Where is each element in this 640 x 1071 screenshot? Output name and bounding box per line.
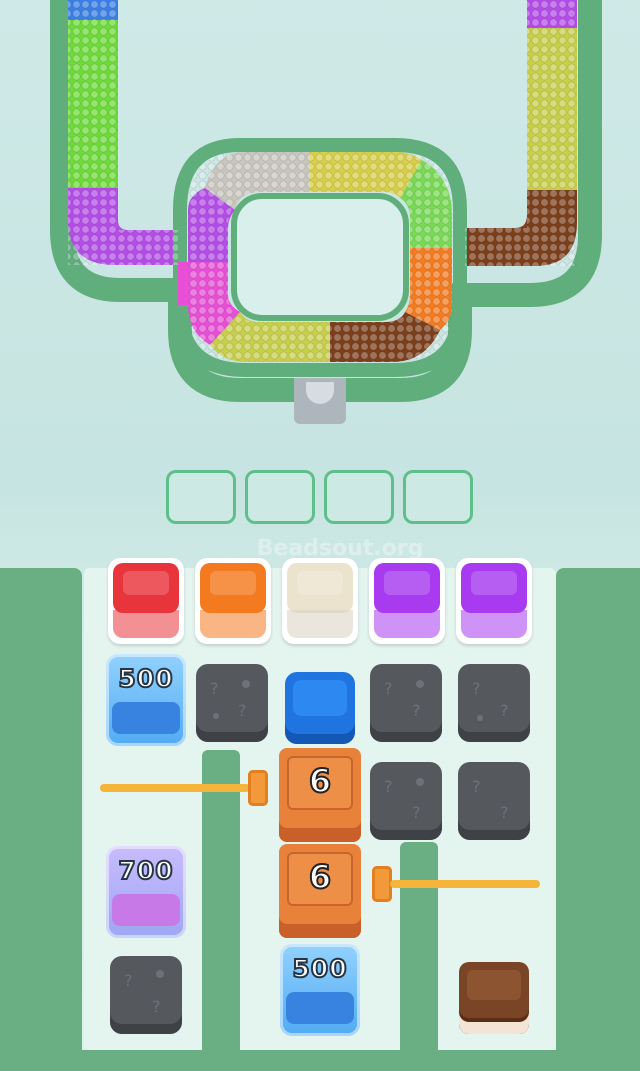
- lane-divider-1: [202, 750, 240, 1060]
- ice-block-counter: 500: [291, 953, 348, 984]
- collection-slot-4: [403, 470, 473, 524]
- collection-slot-2: [245, 470, 315, 524]
- bead-track: [50, 0, 602, 402]
- lock-bar-right: [390, 880, 540, 888]
- ice-block[interactable]: 500: [280, 944, 360, 1036]
- wooden-crate[interactable]: 6: [279, 844, 361, 938]
- wooden-crate[interactable]: 6: [279, 748, 361, 842]
- cup-purple-2[interactable]: [456, 558, 532, 644]
- mystery-stone-block: ??: [370, 664, 442, 742]
- svg-text:?: ?: [124, 971, 133, 990]
- svg-text:?: ?: [412, 803, 421, 822]
- board-floor: [82, 1050, 556, 1071]
- svg-text:?: ?: [472, 679, 481, 698]
- board-wall-left: [0, 568, 82, 1071]
- ice-block-counter: 500: [117, 663, 174, 694]
- svg-text:?: ?: [384, 777, 393, 796]
- svg-text:?: ?: [500, 701, 509, 720]
- svg-text:?: ?: [210, 679, 219, 698]
- svg-text:?: ?: [152, 997, 161, 1016]
- ice-block-counter: 700: [117, 855, 174, 886]
- blue-bead-block[interactable]: [285, 672, 355, 744]
- mystery-stone-block: ??: [458, 664, 530, 742]
- mystery-stone-block: ??: [110, 956, 182, 1034]
- crate-counter: 6: [308, 761, 332, 801]
- bead-spout: [294, 378, 346, 424]
- lock-bar-left: [100, 784, 250, 792]
- mystery-stone-block: ??: [196, 664, 268, 742]
- mystery-stone-block: ??: [370, 762, 442, 840]
- cup-white[interactable]: [282, 558, 358, 644]
- svg-text:?: ?: [384, 679, 393, 698]
- svg-text:?: ?: [238, 701, 247, 720]
- board-wall-right: [556, 568, 640, 1071]
- cup-purple[interactable]: [369, 558, 445, 644]
- lane-divider-2: [400, 842, 438, 1060]
- ice-block[interactable]: 500: [106, 654, 186, 746]
- ice-block[interactable]: 700: [106, 846, 186, 938]
- key-lock-left: [248, 770, 268, 806]
- svg-text:?: ?: [500, 803, 509, 822]
- brown-bead-block[interactable]: [459, 962, 529, 1034]
- key-lock-right: [372, 866, 392, 902]
- svg-text:?: ?: [472, 777, 481, 796]
- mystery-stone-block: ??: [458, 762, 530, 840]
- svg-text:?: ?: [412, 701, 421, 720]
- cup-orange[interactable]: [195, 558, 271, 644]
- collection-slot-3: [324, 470, 394, 524]
- crate-counter: 6: [308, 857, 332, 897]
- cup-red[interactable]: [108, 558, 184, 644]
- collection-slot-1: [166, 470, 236, 524]
